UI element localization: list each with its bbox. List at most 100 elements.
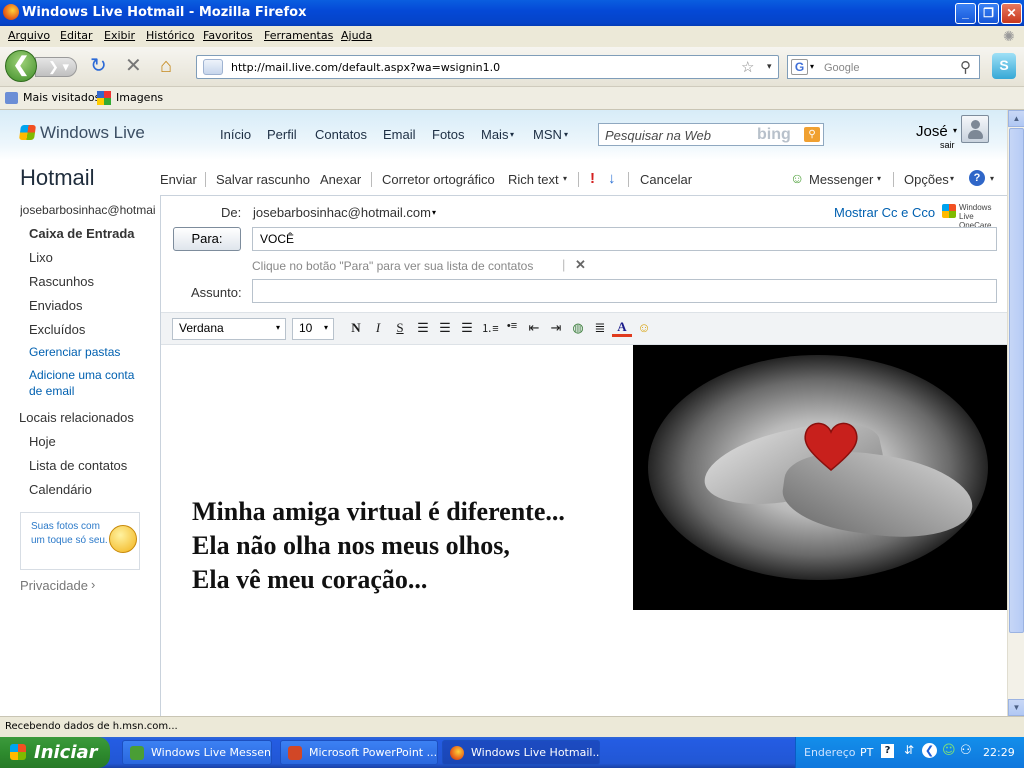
skype-icon[interactable]: S: [992, 53, 1016, 79]
nav-msn[interactable]: MSN: [533, 127, 562, 142]
attach-button[interactable]: Anexar: [320, 172, 361, 187]
privacy-link[interactable]: Privacidade: [20, 578, 88, 593]
user-name[interactable]: José: [916, 123, 948, 140]
menu-ferramentas[interactable]: Ferramentas: [264, 29, 333, 42]
sidebar-item-lixo[interactable]: Lixo: [29, 250, 53, 265]
minimize-button[interactable]: _: [955, 3, 976, 24]
size-select[interactable]: 10 ▾: [292, 318, 334, 340]
menu-exibir[interactable]: Exibir: [104, 29, 135, 42]
engine-dropdown-icon[interactable]: ▾: [810, 62, 814, 71]
url-text[interactable]: http://mail.live.com/default.aspx?wa=wsi…: [231, 61, 500, 74]
photo-promo[interactable]: Suas fotos com um toque só seu.: [20, 512, 140, 570]
messenger-tray-icon[interactable]: ☺: [942, 743, 956, 758]
bookmark-star-icon[interactable]: ☆: [741, 58, 754, 76]
window-titlebar[interactable]: Windows Live Hotmail - Mozilla Firefox _…: [0, 0, 1024, 26]
italic-icon[interactable]: I: [368, 320, 388, 336]
indent-icon[interactable]: ⇥: [546, 320, 566, 336]
network-icon[interactable]: ⚇: [960, 743, 972, 758]
sidebar-item-enviados[interactable]: Enviados: [29, 298, 82, 313]
avatar[interactable]: [961, 115, 989, 143]
to-button[interactable]: Para:: [173, 227, 241, 251]
help-icon[interactable]: ?: [969, 170, 985, 186]
manage-folders-link[interactable]: Gerenciar pastas: [29, 345, 120, 359]
user-dropdown-icon[interactable]: ▾: [953, 126, 957, 135]
nav-email[interactable]: Email: [383, 127, 416, 142]
outdent-icon[interactable]: ⇤: [524, 320, 544, 336]
taskbar-firefox[interactable]: Windows Live Hotmail...: [442, 740, 600, 765]
richtext-button[interactable]: Rich text: [508, 172, 559, 187]
reload-icon[interactable]: ↻: [90, 55, 107, 77]
cancel-button[interactable]: Cancelar: [640, 172, 692, 187]
web-search-box[interactable]: Pesquisar na Web bing ⚲: [598, 123, 824, 146]
search-icon[interactable]: ⚲: [960, 58, 971, 76]
underline-icon[interactable]: S: [390, 320, 410, 336]
address-label[interactable]: Endereço: [804, 746, 856, 759]
to-field[interactable]: VOCÊ: [252, 227, 997, 251]
messenger-button[interactable]: Messenger: [809, 172, 873, 187]
scroll-down-arrow-icon[interactable]: ▼: [1008, 699, 1024, 716]
google-engine-icon[interactable]: G: [791, 59, 808, 75]
add-account-link[interactable]: Adicione uma conta de email: [29, 367, 151, 399]
search-icon[interactable]: ⚲: [804, 127, 820, 142]
from-select[interactable]: josebarbosinhac@hotmail.com: [253, 205, 431, 220]
nav-contatos[interactable]: Contatos: [315, 127, 367, 142]
back-button[interactable]: ❮: [5, 50, 37, 82]
menu-arquivo[interactable]: Arquivo: [8, 29, 50, 42]
home-icon[interactable]: ⌂: [160, 55, 172, 77]
nav-mais[interactable]: Mais: [481, 127, 508, 142]
url-bar[interactable]: http://mail.live.com/default.aspx?wa=wsi…: [196, 55, 779, 79]
windows-live-logo[interactable]: Windows Live: [40, 123, 145, 143]
message-body-editor[interactable]: Minha amiga virtual é diferente... Ela n…: [161, 345, 1007, 716]
sidebar-item-rascunhos[interactable]: Rascunhos: [29, 274, 94, 289]
stop-icon[interactable]: ✕: [125, 55, 142, 77]
menu-historico[interactable]: Histórico: [146, 29, 194, 42]
language-help-icon[interactable]: ?: [881, 744, 894, 758]
language-indicator[interactable]: PT: [860, 746, 873, 759]
related-calendario[interactable]: Calendário: [29, 482, 92, 497]
signout-link[interactable]: sair: [940, 140, 955, 150]
menu-favoritos[interactable]: Favoritos: [203, 29, 253, 42]
nav-fotos[interactable]: Fotos: [432, 127, 465, 142]
show-hidden-icons[interactable]: ❮: [922, 743, 937, 758]
taskbar-messenger[interactable]: Windows Live Messen...: [122, 740, 272, 765]
high-priority-icon[interactable]: !: [590, 170, 595, 187]
hotmail-title[interactable]: Hotmail: [20, 165, 95, 191]
align-center-icon[interactable]: ☰: [435, 320, 455, 336]
scroll-thumb[interactable]: [1009, 128, 1024, 633]
options-button[interactable]: Opções: [904, 172, 949, 187]
low-priority-icon[interactable]: ↓: [608, 170, 616, 187]
font-color-icon[interactable]: A: [612, 320, 632, 337]
emoticon-icon[interactable]: ☺: [634, 320, 654, 335]
bookmark-imagens[interactable]: Imagens: [116, 91, 163, 104]
start-button[interactable]: Iniciar: [0, 737, 110, 768]
account-email[interactable]: josebarbosinhac@hotmail.com: [20, 203, 156, 217]
site-identity-icon[interactable]: [203, 59, 223, 75]
insert-link-icon[interactable]: ◍: [568, 320, 588, 336]
volume-icon[interactable]: ⇵: [904, 743, 914, 757]
bullet-list-icon[interactable]: •≡: [502, 320, 522, 332]
menu-ajuda[interactable]: Ajuda: [341, 29, 372, 42]
spellcheck-button[interactable]: Corretor ortográfico: [382, 172, 495, 187]
from-dropdown-icon[interactable]: ▾: [432, 208, 436, 217]
forward-button[interactable]: ❯ ▾: [35, 57, 77, 77]
maximize-button[interactable]: ❐: [978, 3, 999, 24]
url-dropdown-icon[interactable]: ▾: [767, 61, 772, 72]
web-search-input[interactable]: Pesquisar na Web: [605, 128, 711, 143]
subject-field[interactable]: [252, 279, 997, 303]
sidebar-item-excluidos[interactable]: Excluídos: [29, 322, 85, 337]
vertical-scrollbar[interactable]: ▲ ▼: [1007, 110, 1024, 716]
nav-inicio[interactable]: Início: [220, 127, 251, 142]
scroll-up-arrow-icon[interactable]: ▲: [1008, 110, 1024, 127]
related-contatos[interactable]: Lista de contatos: [29, 458, 127, 473]
close-button[interactable]: ✕: [1001, 3, 1022, 24]
search-bar[interactable]: G ▾ Google ⚲: [787, 55, 980, 79]
show-cc-link[interactable]: Mostrar Cc e Cco: [834, 205, 935, 220]
send-button[interactable]: Enviar: [160, 172, 197, 187]
nav-perfil[interactable]: Perfil: [267, 127, 297, 142]
numbered-list-icon[interactable]: ⒈≡: [480, 320, 500, 336]
taskbar-powerpoint[interactable]: Microsoft PowerPoint ...: [280, 740, 438, 765]
search-input[interactable]: Google: [824, 62, 859, 74]
highlight-icon[interactable]: ≣: [590, 320, 610, 336]
sidebar-item-inbox[interactable]: Caixa de Entrada: [29, 226, 135, 241]
bookmark-mais-visitados[interactable]: Mais visitados: [23, 91, 100, 104]
